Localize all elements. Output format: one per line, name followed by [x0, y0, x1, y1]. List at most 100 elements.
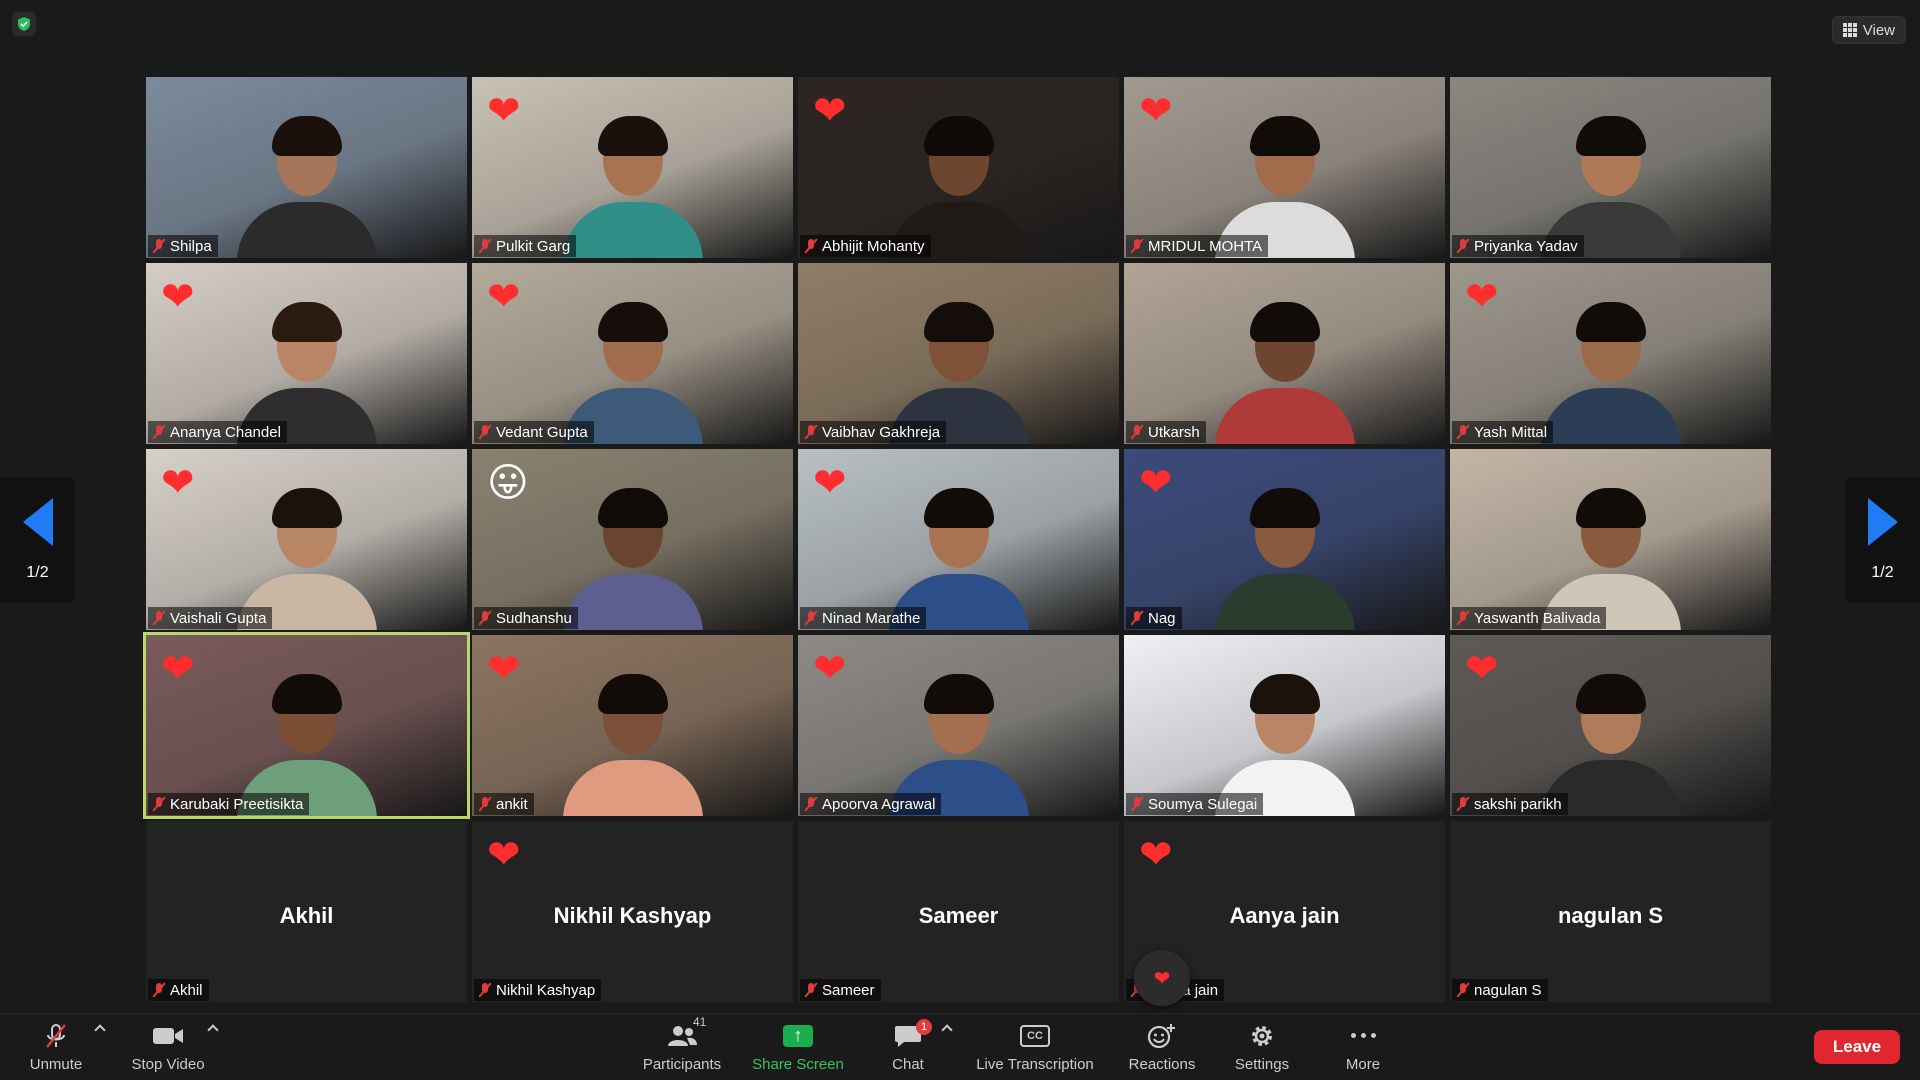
name-tag: Vaibhav Gakhreja: [800, 421, 947, 443]
heart-reaction-icon: ❤: [161, 647, 195, 691]
more-dots-icon: [1350, 1033, 1376, 1038]
name-tag: Yash Mittal: [1452, 421, 1554, 443]
muted-mic-icon: [152, 424, 166, 440]
chat-button[interactable]: 1 Chat: [880, 1014, 936, 1080]
participants-button[interactable]: 41 Participants: [636, 1014, 728, 1080]
previous-page-button[interactable]: 1/2: [0, 478, 75, 602]
chat-options-caret[interactable]: [941, 1024, 953, 1036]
participant-tile[interactable]: ❤ Abhijit Mohanty: [798, 77, 1119, 258]
muted-mic-icon: [804, 424, 818, 440]
participant-tile[interactable]: Shilpa: [146, 77, 467, 258]
video-options-caret[interactable]: [207, 1024, 219, 1036]
participant-tile[interactable]: Vaibhav Gakhreja: [798, 263, 1119, 444]
name-tag: Ananya Chandel: [148, 421, 287, 443]
participant-name: Soumya Sulegai: [1148, 795, 1258, 813]
participant-tile[interactable]: ❤ Ninad Marathe: [798, 449, 1119, 630]
participant-tile[interactable]: ❤ sakshi parikh: [1450, 635, 1771, 816]
leave-button[interactable]: Leave: [1814, 1030, 1900, 1064]
participants-icon: 41: [667, 1015, 706, 1049]
participant-tile[interactable]: ❤ MRIDUL MOHTA: [1124, 77, 1445, 258]
name-tag: Karubaki Preetisikta: [148, 793, 310, 815]
participant-tile[interactable]: ❤ Vedant Gupta: [472, 263, 793, 444]
participant-tile[interactable]: Utkarsh: [1124, 263, 1445, 444]
muted-mic-icon: [1130, 238, 1144, 254]
participant-name: Apoorva Agrawal: [822, 795, 936, 813]
emoji-reaction-icon: 😛: [487, 461, 529, 505]
participant-name: Yaswanth Balivada: [1474, 609, 1601, 627]
participant-name: Shilpa: [170, 237, 212, 255]
participant-tile[interactable]: ❤ Vaishali Gupta: [146, 449, 467, 630]
participant-silhouette: [1210, 480, 1360, 630]
closed-captions-icon: CC: [1020, 1024, 1050, 1047]
name-tag: Vaishali Gupta: [148, 607, 273, 629]
participant-tile[interactable]: ❤ Karubaki Preetisikta: [143, 632, 470, 819]
audio-options-caret[interactable]: [94, 1024, 106, 1036]
participant-name: Abhijit Mohanty: [822, 237, 925, 255]
view-label: View: [1862, 21, 1895, 39]
more-button[interactable]: More: [1328, 1014, 1398, 1080]
heart-reaction-icon: ❤: [487, 275, 521, 319]
participant-tile[interactable]: ❤ Ananya Chandel: [146, 263, 467, 444]
participant-tile[interactable]: ❤ ankit: [472, 635, 793, 816]
name-tag: MRIDUL MOHTA: [1126, 235, 1269, 257]
participant-name: Ninad Marathe: [822, 609, 921, 627]
participant-name: MRIDUL MOHTA: [1148, 237, 1263, 255]
participant-tile[interactable]: ❤ Pulkit Garg: [472, 77, 793, 258]
microphone-muted-icon: [42, 1023, 70, 1049]
stop-video-button[interactable]: Stop Video: [128, 1014, 208, 1080]
name-tag: Sameer: [800, 979, 881, 1001]
name-tag: Priyanka Yadav: [1452, 235, 1584, 257]
muted-mic-icon: [152, 796, 166, 812]
muted-mic-icon: [478, 610, 492, 626]
heart-reaction-icon: ❤: [813, 461, 847, 505]
participant-tile[interactable]: ❤ Nag: [1124, 449, 1445, 630]
reactions-label: Reactions: [1128, 1055, 1196, 1073]
participant-tile[interactable]: Priyanka Yadav: [1450, 77, 1771, 258]
participant-silhouette: [558, 480, 708, 630]
name-tag: Akhil: [148, 979, 209, 1001]
participant-name: Akhil: [170, 981, 203, 999]
heart-reaction-icon: ❤: [1465, 647, 1499, 691]
share-screen-button[interactable]: ↑ Share Screen: [748, 1014, 848, 1080]
muted-mic-icon: [478, 238, 492, 254]
chat-label: Chat: [892, 1055, 924, 1073]
participant-tile[interactable]: ❤ Yash Mittal: [1450, 263, 1771, 444]
name-tag: Ninad Marathe: [800, 607, 927, 629]
arrow-left-icon: [22, 498, 53, 546]
heart-reaction-icon: ❤: [1139, 833, 1173, 877]
participant-tile[interactable]: Nikhil Kashyap ❤ Nikhil Kashyap: [472, 821, 793, 1002]
shield-check-icon[interactable]: [12, 12, 36, 36]
name-tag: Nag: [1126, 607, 1182, 629]
participant-name: Pulkit Garg: [496, 237, 571, 255]
settings-button[interactable]: Settings: [1226, 1014, 1298, 1080]
muted-mic-icon: [478, 796, 492, 812]
muted-mic-icon: [152, 982, 166, 998]
heart-reaction-icon: ❤: [1139, 89, 1173, 133]
name-tag: Vedant Gupta: [474, 421, 594, 443]
heart-reaction-icon: ❤: [161, 461, 195, 505]
name-tag: ankit: [474, 793, 534, 815]
muted-mic-icon: [1456, 424, 1470, 440]
participant-tile[interactable]: Sameer Sameer: [798, 821, 1119, 1002]
heart-reaction-icon: ❤: [813, 89, 847, 133]
participant-tile[interactable]: Yaswanth Balivada: [1450, 449, 1771, 630]
next-page-button[interactable]: 1/2: [1845, 478, 1920, 602]
unmute-button[interactable]: Unmute: [18, 1014, 94, 1080]
name-tag: Sudhanshu: [474, 607, 578, 629]
participant-silhouette: [232, 108, 382, 258]
reactions-button[interactable]: Reactions: [1120, 1014, 1204, 1080]
video-gallery: Shilpa ❤ Pulkit Garg ❤ Abhijit Mohanty ❤ MRIDU…: [143, 77, 1774, 1003]
participant-name: ankit: [496, 795, 528, 813]
unmute-label: Unmute: [29, 1055, 83, 1073]
participant-tile[interactable]: Akhil Akhil: [146, 821, 467, 1002]
live-transcription-button[interactable]: CC Live Transcription: [970, 1014, 1100, 1080]
meeting-toolbar: Unmute Stop Video 41 Participants ↑ Shar…: [0, 1013, 1920, 1080]
participant-tile[interactable]: nagulan S nagulan S: [1450, 821, 1771, 1002]
muted-mic-icon: [1130, 610, 1144, 626]
participant-tile[interactable]: Soumya Sulegai: [1124, 635, 1445, 816]
participant-tile[interactable]: ❤ Apoorva Agrawal: [798, 635, 1119, 816]
participant-tile[interactable]: 😛 Sudhanshu: [472, 449, 793, 630]
muted-mic-icon: [1130, 796, 1144, 812]
muted-mic-icon: [804, 610, 818, 626]
view-button[interactable]: View: [1831, 16, 1906, 44]
